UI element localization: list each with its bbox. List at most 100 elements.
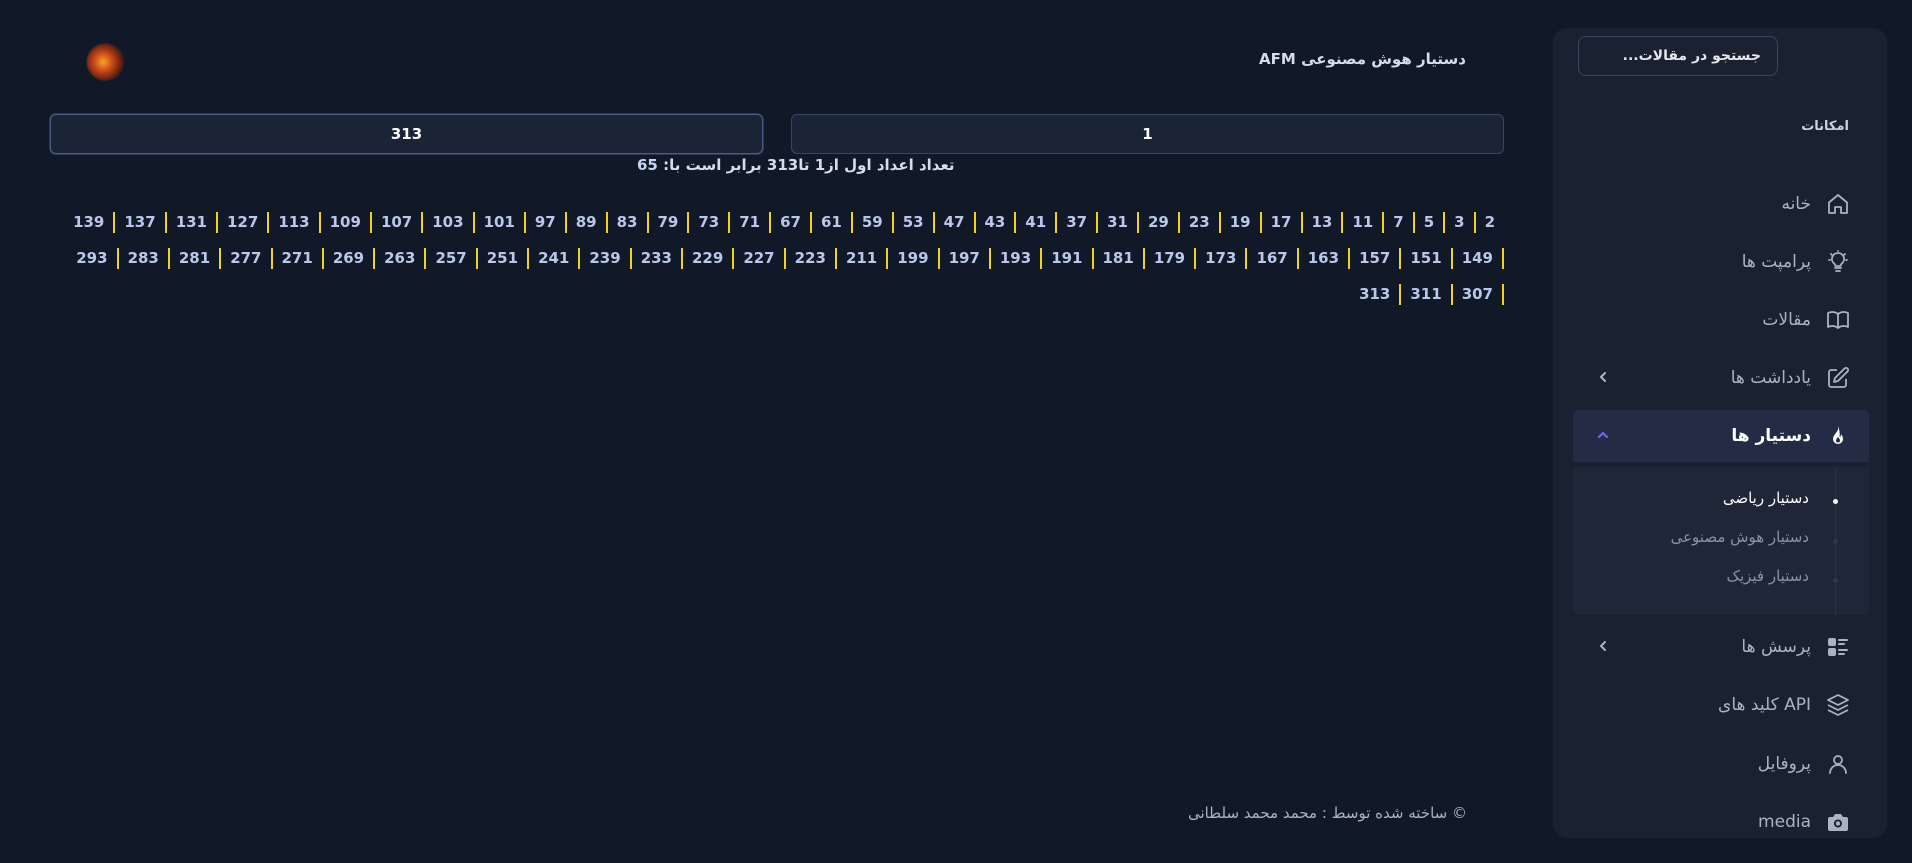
nav-item-media[interactable]: media [1573,796,1869,848]
nav-item-api-keys[interactable]: کلید های API [1573,679,1869,731]
nav-item-label: خانه [1781,194,1811,214]
submenu-item-math[interactable]: دستیار ریاضی [1723,489,1809,507]
prime-count-result: تعداد اعداد اول از1 تا313 برابر است با: … [637,156,955,174]
prime-number: 271 [273,248,324,269]
nav-item-prompts[interactable]: پرامپت ها [1573,236,1869,288]
nav-item-profile[interactable]: پروفایل [1573,738,1869,790]
prime-number: 37 [1057,212,1099,233]
prime-number: 163 [1299,248,1351,269]
prime-number: 67 [771,212,812,233]
submenu-bullet [1833,578,1838,583]
nav-item-label: یادداشت ها [1730,368,1811,388]
prime-number: 23 [1180,212,1221,233]
prime-number: 113 [269,212,321,233]
prime-list: 2 3 5 7 11 13 17 19 23 29 31 37 41 43 47 53 59 61 67 71 73 79… [49,212,1504,305]
assistants-submenu: دستیار ریاضی دستیار هوش مصنوعی دستیار فی… [1573,467,1869,615]
prime-number: 229 [683,248,735,269]
prime-number: 191 [1042,248,1094,269]
prime-number: 53 [894,212,935,233]
prime-number: 157 [1350,248,1402,269]
prime-number: 131 [167,212,218,233]
prime-number: 97 [526,212,567,233]
result-label: تعداد اعداد اول از1 تا313 برابر است با: [663,156,955,174]
nav-item-label: مقالات [1762,310,1811,330]
prime-number: 29 [1139,212,1180,233]
flame-icon [1825,423,1851,449]
prime-number: 101 [475,212,526,233]
prime-number: 41 [1016,212,1058,233]
prime-number: 281 [170,248,222,269]
prime-number: 199 [888,248,940,269]
nav-item-label: کلید های API [1718,695,1811,715]
prime-number: 127 [218,212,270,233]
prime-number: 293 [67,248,119,269]
prime-number: 283 [119,248,170,269]
to-number-input[interactable] [50,114,763,154]
page-title: دستیار هوش مصنوعی AFM [1259,50,1466,68]
nav-item-label: media [1758,812,1811,832]
prime-number: 61 [812,212,853,233]
prime-number: 2 [1484,213,1495,231]
submenu-bullet [1833,499,1838,504]
lightbulb-icon [1825,249,1851,275]
chevron-left-icon [1600,641,1606,651]
submenu-item-ai[interactable]: دستیار هوش مصنوعی [1671,528,1809,546]
prime-number: 257 [426,248,478,269]
home-icon [1825,191,1851,217]
prime-number: 223 [786,248,837,269]
prime-number: 173 [1196,248,1248,269]
book-icon [1825,307,1851,333]
nav-item-articles[interactable]: مقالات [1573,294,1869,346]
nav-item-assistants[interactable]: دستیار ها [1573,410,1869,462]
prime-number: 307 [1453,284,1504,305]
section-title: امکانات [1801,119,1849,134]
from-number-input[interactable] [791,114,1504,154]
prime-number: 7 [1384,212,1415,233]
prime-number: 151 [1401,248,1453,269]
prime-number: 269 [324,248,376,269]
prime-number: 17 [1262,212,1303,233]
prime-number: 71 [730,212,772,233]
prime-number: 233 [632,248,683,269]
prime-number: 251 [478,248,530,269]
nav-item-label: دستیار ها [1731,426,1811,446]
prime-number: 89 [567,212,608,233]
prime-number: 137 [115,212,167,233]
prime-number: 103 [423,212,475,233]
prime-number: 239 [580,248,632,269]
submenu-bullet [1833,539,1838,544]
prime-number: 241 [529,248,581,269]
result-count: 65 [637,156,658,174]
prime-number: 167 [1247,248,1299,269]
prime-number: 59 [853,212,894,233]
prime-number: 211 [837,248,889,269]
user-icon [1825,751,1851,777]
prime-number: 311 [1401,284,1453,305]
search-input[interactable] [1578,36,1778,76]
nav-item-questions[interactable]: پرسش ها [1573,621,1869,673]
submenu-item-physics[interactable]: دستیار فیزیک [1727,567,1809,585]
prime-number: 109 [321,212,372,233]
layers-icon [1825,692,1851,718]
prime-number: 107 [372,212,424,233]
prime-number: 19 [1221,212,1262,233]
sidebar: امکانات خانه پرامپت ها مقالات یادداشت ها… [1553,28,1887,838]
prime-number: 193 [991,248,1043,269]
prime-number: 139 [64,212,116,233]
nav-item-home[interactable]: خانه [1573,178,1869,230]
avatar[interactable] [87,44,123,80]
edit-icon [1825,365,1851,391]
nav-item-label: پروفایل [1757,754,1811,774]
prime-number: 79 [649,212,690,233]
camera-icon [1825,809,1851,835]
nav-item-label: پرامپت ها [1741,252,1811,272]
prime-number: 3 [1445,212,1476,233]
prime-number: 181 [1094,248,1145,269]
prime-number: 83 [608,212,649,233]
prime-number: 179 [1145,248,1197,269]
prime-number: 197 [940,248,991,269]
prime-number: 11 [1343,212,1385,233]
nav-item-notes[interactable]: یادداشت ها [1573,352,1869,404]
chevron-left-icon [1600,372,1606,382]
prime-number: 313 [1350,284,1402,305]
